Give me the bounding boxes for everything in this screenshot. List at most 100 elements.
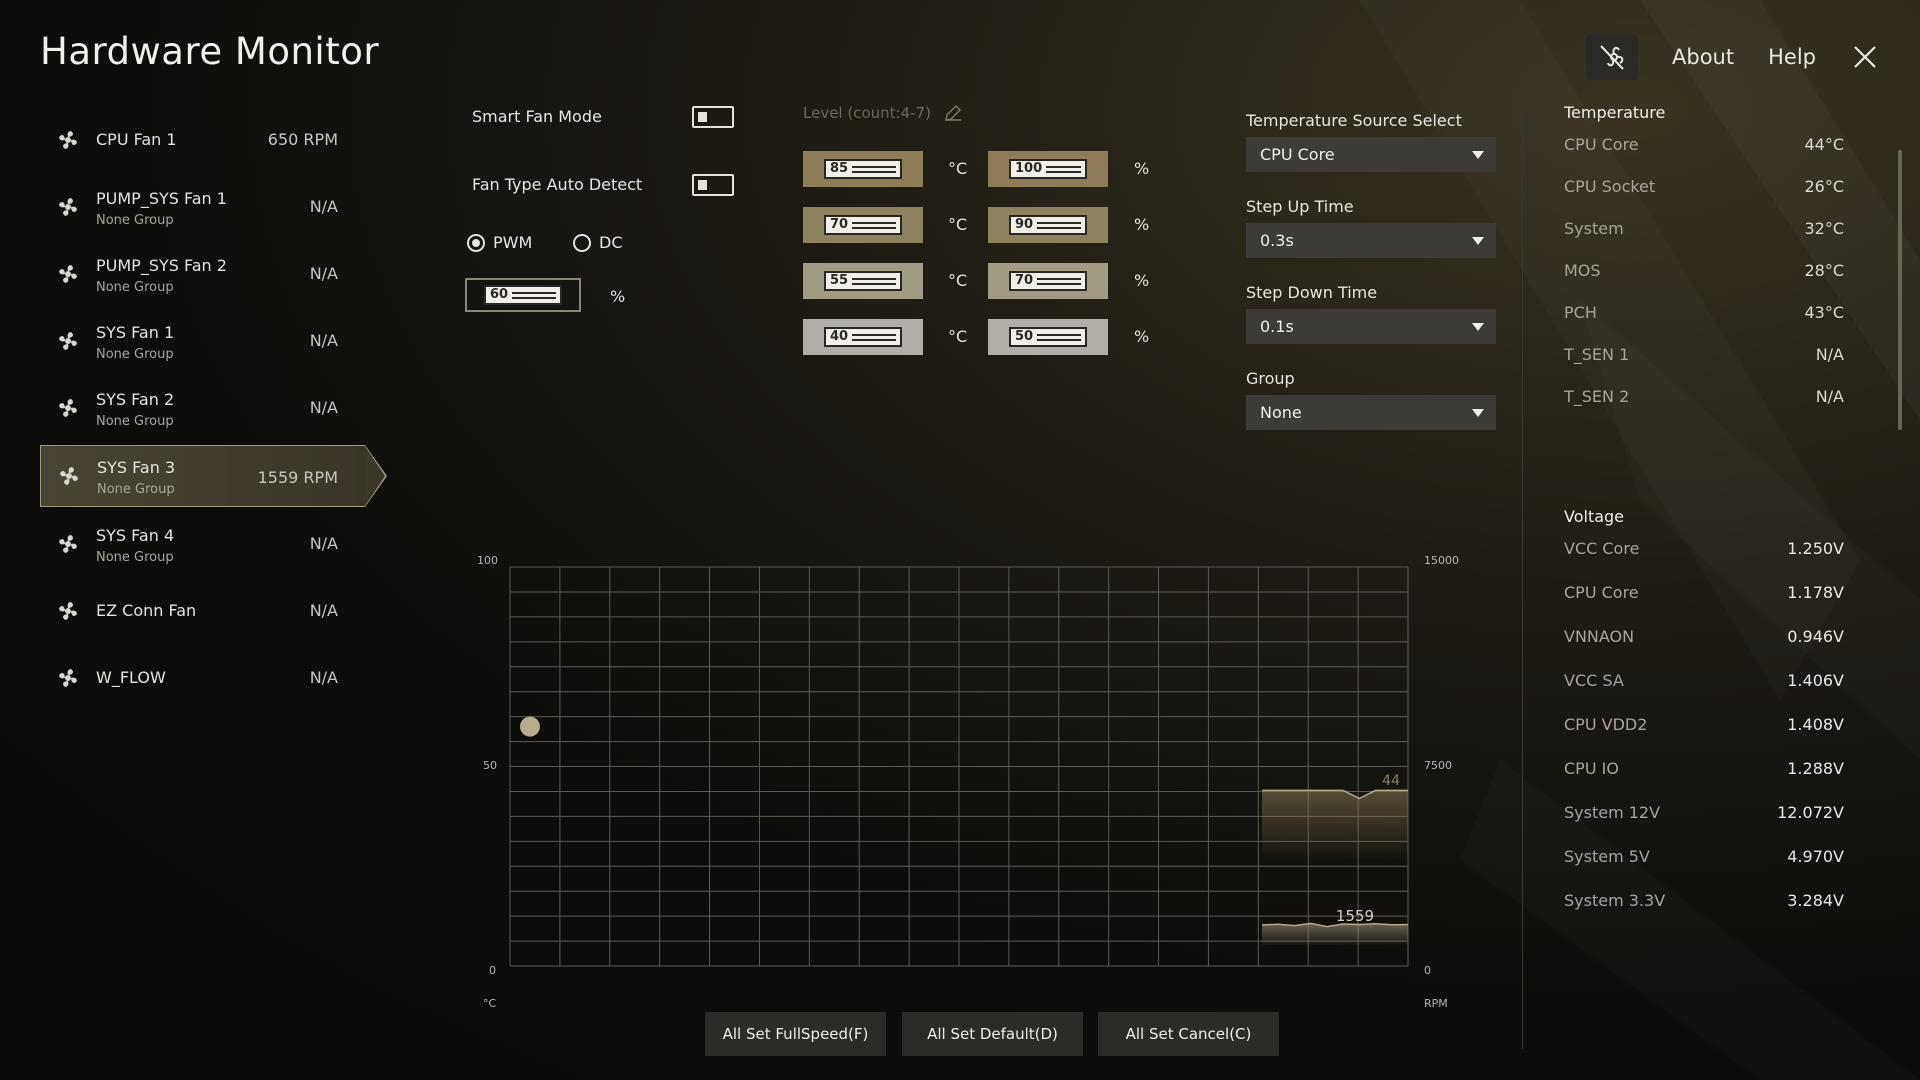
temperature-row: CPU Socket 26°C	[1564, 177, 1844, 219]
fan-speed-slider[interactable]: 60	[484, 285, 562, 305]
fan-off-icon	[1600, 45, 1624, 70]
voltage-row: System 12V 12.072V	[1564, 803, 1844, 847]
fan-rpm: 650 RPM	[267, 130, 338, 149]
pwm-radio[interactable]: PWM	[467, 233, 532, 252]
step-down-value: 0.1s	[1260, 317, 1294, 336]
level-temp-unit: °C	[948, 215, 968, 234]
level-speed-value: 90	[1015, 217, 1034, 232]
temperature-row: MOS 28°C	[1564, 261, 1844, 303]
all-set-cancel-button[interactable]: All Set Cancel(C)	[1098, 1012, 1279, 1056]
dc-label: DC	[599, 233, 623, 252]
level-temp-unit: °C	[948, 327, 968, 346]
step-up-label: Step Up Time	[1246, 197, 1354, 216]
sensor-scrollbar[interactable]	[1898, 150, 1902, 430]
fan-icon	[60, 467, 78, 485]
fan-list-item[interactable]: EZ Conn Fan N/A	[40, 581, 365, 641]
close-button[interactable]	[1850, 42, 1880, 72]
temperature-row: System 32°C	[1564, 219, 1844, 261]
fan-speed-value: 60	[490, 287, 509, 302]
voltage-row: VCC SA 1.406V	[1564, 671, 1844, 715]
level-speed-value: 100	[1015, 161, 1043, 176]
step-down-dropdown[interactable]: 0.1s	[1246, 309, 1496, 344]
fan-curve-point[interactable]	[520, 716, 540, 737]
fan-rpm: 1559 RPM	[257, 468, 338, 487]
help-link[interactable]: Help	[1768, 45, 1816, 69]
level-temp-slider[interactable]: 85	[824, 159, 902, 179]
level-speed-slider[interactable]: 90	[1009, 215, 1087, 235]
level-speed-input[interactable]: 50	[988, 319, 1108, 355]
sensor-label: T_SEN 2	[1564, 387, 1630, 406]
sensor-label: CPU IO	[1564, 759, 1619, 778]
level-speed-slider[interactable]: 100	[1009, 159, 1087, 179]
fan-speed-input[interactable]: 60	[465, 278, 581, 312]
fan-list-item[interactable]: SYS Fan 4 None Group N/A	[40, 514, 365, 574]
step-up-dropdown[interactable]: 0.3s	[1246, 223, 1496, 258]
level-temp-input[interactable]: 55	[803, 263, 923, 299]
sensor-value: 3.284V	[1787, 891, 1844, 910]
left-axis-unit: °C	[483, 997, 497, 1010]
fan-name: SYS Fan 1	[96, 323, 175, 342]
voltage-row: VCC Core 1.250V	[1564, 539, 1844, 583]
sensor-label: VNNAON	[1564, 627, 1635, 646]
temp-source-dropdown[interactable]: CPU Core	[1246, 137, 1496, 172]
step-down-label: Step Down Time	[1246, 283, 1378, 302]
level-temp-input[interactable]: 70	[803, 207, 923, 243]
fan-type-auto-detect-toggle[interactable]	[692, 174, 734, 196]
app-title: Hardware Monitor	[40, 30, 380, 73]
all-set-default-button[interactable]: All Set Default(D)	[902, 1012, 1083, 1056]
level-temp-slider[interactable]: 55	[824, 271, 902, 291]
edit-icon[interactable]	[943, 103, 963, 123]
fan-rpm: N/A	[309, 534, 338, 553]
level-speed-input[interactable]: 100	[988, 151, 1108, 187]
fan-rpm: N/A	[309, 398, 338, 417]
dropdown-arrow-icon	[1472, 409, 1484, 417]
fan-icon	[59, 198, 77, 216]
right-tick-mid: 7500	[1424, 759, 1452, 772]
sensor-value: 1.406V	[1787, 671, 1844, 690]
level-speed-slider[interactable]: 50	[1009, 327, 1087, 347]
temperature-row: PCH 43°C	[1564, 303, 1844, 345]
fan-list-item[interactable]: PUMP_SYS Fan 1 None Group N/A	[40, 177, 365, 237]
level-speed-input[interactable]: 90	[988, 207, 1108, 243]
fan-icon	[59, 602, 77, 620]
sensor-value: 1.408V	[1787, 715, 1844, 734]
fan-name: CPU Fan 1	[96, 130, 177, 149]
rpm-readout: 1559	[1336, 907, 1374, 925]
level-temp-unit: °C	[948, 159, 968, 178]
fan-list-item[interactable]: SYS Fan 2 None Group N/A	[40, 378, 365, 438]
level-temp-slider[interactable]: 40	[824, 327, 902, 347]
fan-list: CPU Fan 1 650 RPM PUMP_SYS Fan 1 None Group…	[40, 110, 387, 715]
about-link[interactable]: About	[1672, 45, 1734, 69]
smart-fan-mode-toggle[interactable]	[692, 106, 734, 128]
panel-divider	[1522, 107, 1523, 1049]
fan-list-item[interactable]: CPU Fan 1 650 RPM	[40, 110, 365, 170]
level-header: Level (count:4-7)	[803, 103, 963, 123]
group-dropdown[interactable]: None	[1246, 395, 1496, 430]
fan-list-item[interactable]: SYS Fan 3 None Group 1559 RPM	[40, 445, 387, 507]
level-speed-input[interactable]: 70	[988, 263, 1108, 299]
sensor-value: 32°C	[1804, 219, 1844, 238]
sensor-label: PCH	[1564, 303, 1597, 322]
fan-list-item[interactable]: W_FLOW N/A	[40, 648, 365, 708]
fan-off-button[interactable]	[1586, 34, 1639, 80]
right-tick-top: 15000	[1424, 554, 1459, 567]
left-tick-bottom: 0	[489, 964, 496, 977]
level-temp-unit: °C	[948, 271, 968, 290]
fan-icon	[59, 535, 77, 553]
dc-radio[interactable]: DC	[573, 233, 623, 252]
voltage-title: Voltage	[1564, 507, 1625, 526]
level-speed-unit: %	[1134, 327, 1150, 346]
sensor-label: VCC Core	[1564, 539, 1640, 558]
level-temp-input[interactable]: 85	[803, 151, 923, 187]
temp-source-value: CPU Core	[1260, 145, 1335, 164]
sensor-label: CPU Core	[1564, 583, 1639, 602]
sensor-value: 1.178V	[1787, 583, 1844, 602]
fan-rpm: N/A	[309, 331, 338, 350]
level-temp-input[interactable]: 40	[803, 319, 923, 355]
level-temp-slider[interactable]: 70	[824, 215, 902, 235]
fan-list-item[interactable]: SYS Fan 1 None Group N/A	[40, 311, 365, 371]
dropdown-arrow-icon	[1472, 151, 1484, 159]
fan-list-item[interactable]: PUMP_SYS Fan 2 None Group N/A	[40, 244, 365, 304]
level-speed-slider[interactable]: 70	[1009, 271, 1087, 291]
all-set-fullspeed-button[interactable]: All Set FullSpeed(F)	[705, 1012, 886, 1056]
